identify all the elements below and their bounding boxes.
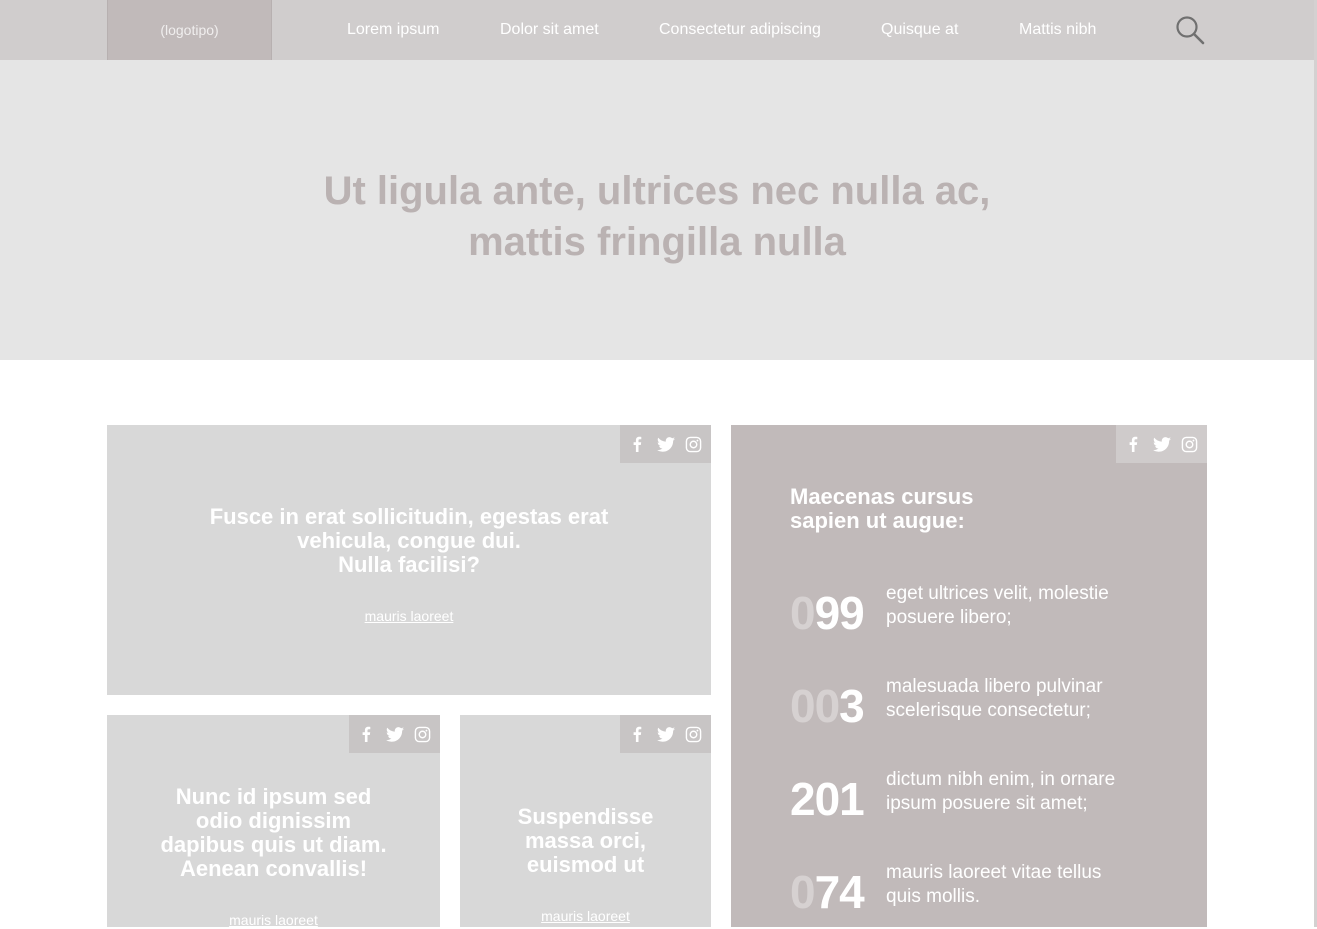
- twitter-icon[interactable]: [655, 723, 677, 745]
- instagram-icon[interactable]: [1179, 433, 1201, 455]
- featured-card-text: Fusce in erat sollicitudin, egestas erat…: [107, 505, 711, 577]
- stat-item: 099 eget ultrices velit, molestie posuere…: [790, 583, 1170, 645]
- top-navbar: (logotipo) Lorem ipsum Dolor sit amet Co…: [0, 0, 1314, 60]
- small-left-line4: Aenean convallis!: [179, 856, 368, 881]
- stat-number-dim: 0: [790, 587, 816, 639]
- nav-item-dolor-sit-amet[interactable]: Dolor sit amet: [500, 20, 599, 40]
- stat-line1: dictum nibh enim, in ornare: [886, 769, 1116, 790]
- stats-title: Maecenas cursus sapien ut augue:: [790, 485, 1050, 533]
- facebook-icon[interactable]: [626, 433, 648, 455]
- small-card-left: Nunc id ipsum sed odio dignissim dapibus…: [107, 715, 440, 929]
- hero-title-line1: Ut ligula ante, ultrices nec nulla ac,: [323, 169, 991, 213]
- small-card-right-link[interactable]: mauris laoreet: [460, 907, 711, 925]
- small-card-left-text: Nunc id ipsum sed odio dignissim dapibus…: [107, 785, 440, 881]
- featured-line1: Fusce in erat sollicitudin, egestas erat: [209, 504, 609, 529]
- stat-description: mauris laoreet vitae tellus quis mollis.: [886, 861, 1176, 909]
- nav-item-lorem-ipsum[interactable]: Lorem ipsum: [347, 20, 439, 40]
- stats-title-line2: sapien ut augue:: [790, 508, 965, 533]
- small-card-right-text: Suspendisse massa orci, euismod ut: [460, 805, 711, 877]
- stat-number: 003: [790, 678, 865, 734]
- small-card-right: Suspendisse massa orci, euismod ut mauri…: [460, 715, 711, 927]
- facebook-icon[interactable]: [626, 723, 648, 745]
- facebook-icon[interactable]: [355, 723, 377, 745]
- stat-number-dim: 0: [790, 866, 816, 918]
- social-share-bar: [620, 425, 711, 463]
- featured-card-link[interactable]: mauris laoreet: [107, 607, 711, 625]
- small-card-left-link[interactable]: mauris laoreet: [107, 911, 440, 929]
- stat-item: 074 mauris laoreet vitae tellus quis moll…: [790, 862, 1170, 924]
- stat-description: eget ultrices velit, molestie posuere lib…: [886, 582, 1176, 630]
- nav-item-consectetur[interactable]: Consectetur adipiscing: [659, 20, 821, 40]
- stat-line1: eget ultrices velit, molestie: [886, 583, 1109, 604]
- twitter-icon[interactable]: [384, 723, 406, 745]
- nav-item-mattis-nibh[interactable]: Mattis nibh: [1019, 20, 1096, 40]
- stats-card: Maecenas cursus sapien ut augue: 099 ege…: [731, 425, 1207, 927]
- nav-item-quisque-at[interactable]: Quisque at: [881, 20, 958, 40]
- stat-number: 201: [790, 771, 865, 827]
- stat-number-bold: 74: [814, 866, 865, 918]
- small-right-line2: massa orci,: [524, 828, 647, 853]
- hero-banner: Ut ligula ante, ultrices nec nulla ac, m…: [0, 60, 1314, 360]
- stat-line2: posuere libero;: [886, 607, 1012, 628]
- stat-line2: scelerisque consectetur;: [886, 700, 1091, 721]
- social-share-bar: [620, 715, 711, 753]
- stat-number-bold: 99: [814, 587, 865, 639]
- facebook-icon[interactable]: [1122, 433, 1144, 455]
- hero-title-line2: mattis fringilla nulla: [468, 220, 846, 264]
- small-left-line1: Nunc id ipsum sed: [175, 784, 372, 809]
- stat-line2: quis mollis.: [886, 886, 980, 907]
- twitter-icon[interactable]: [1151, 433, 1173, 455]
- small-right-line3: euismod ut: [526, 852, 645, 877]
- stat-item: 201 dictum nibh enim, in ornare ipsum pos…: [790, 769, 1170, 831]
- instagram-icon[interactable]: [412, 723, 434, 745]
- stat-item: 003 malesuada libero pulvinar scelerisque…: [790, 676, 1170, 738]
- stat-line2: ipsum posuere sit amet;: [886, 793, 1088, 814]
- stats-title-line1: Maecenas cursus: [790, 484, 974, 509]
- hero-title: Ut ligula ante, ultrices nec nulla ac, m…: [0, 166, 1314, 268]
- social-share-bar: [349, 715, 440, 753]
- small-left-line2: odio dignissim: [195, 808, 352, 833]
- instagram-icon[interactable]: [683, 723, 705, 745]
- stat-number: 099: [790, 585, 865, 641]
- featured-line2: vehicula, congue dui.: [297, 528, 521, 553]
- stat-line1: malesuada libero pulvinar: [886, 676, 1103, 697]
- featured-line3: Nulla facilisi?: [338, 552, 480, 577]
- stat-number-dim: 00: [790, 680, 840, 732]
- instagram-icon[interactable]: [683, 433, 705, 455]
- search-icon[interactable]: [1174, 14, 1206, 46]
- social-share-bar: [1116, 425, 1207, 463]
- stat-number-bold: 201: [790, 773, 865, 825]
- small-right-line1: Suspendisse: [517, 804, 654, 829]
- twitter-icon[interactable]: [655, 433, 677, 455]
- logo[interactable]: (logotipo): [107, 0, 272, 60]
- stat-description: dictum nibh enim, in ornare ipsum posuere…: [886, 768, 1176, 816]
- stat-number: 074: [790, 864, 865, 920]
- stat-line1: mauris laoreet vitae tellus: [886, 862, 1102, 883]
- featured-card: Fusce in erat sollicitudin, egestas erat…: [107, 425, 711, 695]
- stat-description: malesuada libero pulvinar scelerisque con…: [886, 675, 1176, 723]
- stat-number-bold: 3: [839, 680, 865, 732]
- small-left-line3: dapibus quis ut diam.: [160, 832, 387, 857]
